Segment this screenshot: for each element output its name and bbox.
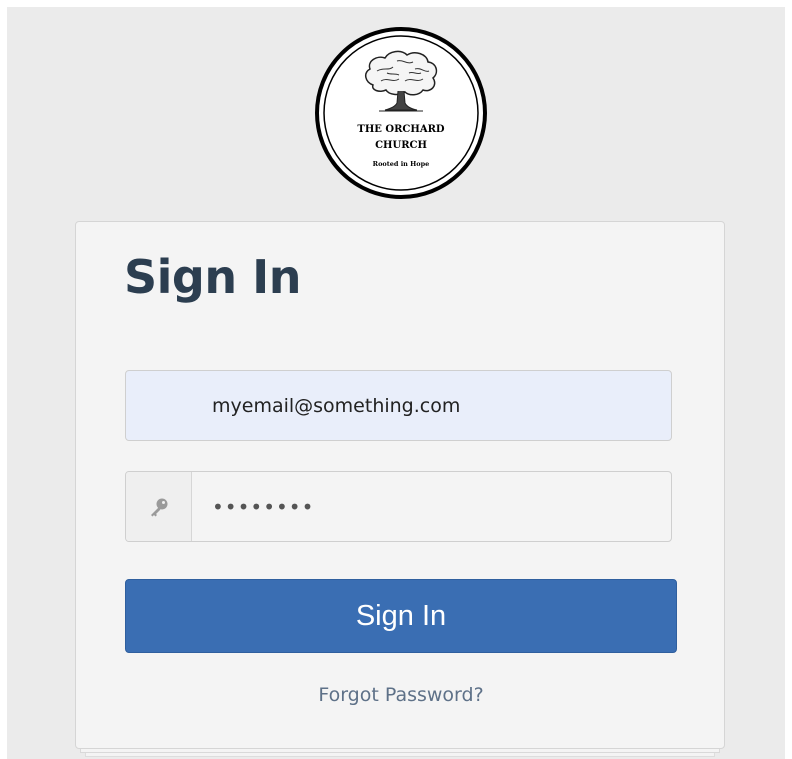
logo-tagline: Rooted in Hope (373, 160, 430, 168)
logo-line2: CHURCH (375, 140, 427, 151)
key-icon (126, 472, 192, 541)
sign-in-card: Sign In Sign In Forgot Password? (75, 221, 725, 749)
church-logo: THE ORCHARD CHURCH Rooted in Hope (315, 27, 487, 199)
page-title: Sign In (124, 250, 301, 304)
email-field[interactable] (125, 370, 672, 441)
card-stack-edge (85, 753, 715, 757)
password-input-group (125, 471, 672, 542)
forgot-password-link[interactable]: Forgot Password? (76, 684, 726, 706)
password-field[interactable] (192, 472, 671, 541)
card-stack-edge (80, 749, 720, 753)
logo-line1: THE ORCHARD (357, 124, 444, 135)
sign-in-button[interactable]: Sign In (125, 579, 677, 653)
